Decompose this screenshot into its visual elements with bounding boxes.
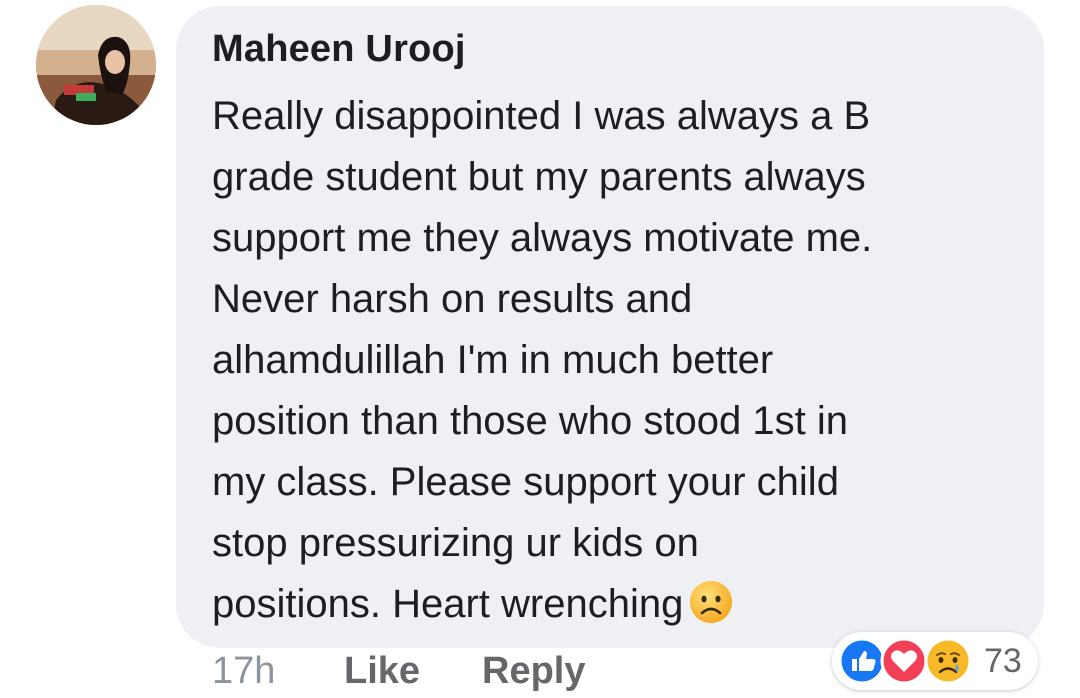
avatar-photo (36, 5, 156, 125)
comment-line: support me they always motivate me. (212, 216, 873, 260)
comment-author-name[interactable]: Maheen Urooj (212, 28, 466, 71)
comment-timestamp[interactable]: 17h (212, 650, 275, 693)
like-button[interactable]: Like (344, 650, 420, 693)
author-avatar[interactable] (36, 5, 156, 125)
comment-line: Really disappointed I was always a B (212, 94, 871, 138)
sad-reaction-icon (924, 637, 972, 685)
reactions-summary[interactable]: 73 (832, 632, 1038, 690)
reaction-count: 73 (984, 642, 1022, 680)
love-reaction-icon (880, 637, 928, 685)
sad-face-emoji-icon (690, 581, 733, 624)
comment-line: stop pressurizing ur kids on (212, 521, 699, 565)
comment-line: positions. Heart wrenching (212, 582, 684, 626)
comment-line: alhamdulillah I'm in much better (212, 338, 774, 382)
comment-line: Never harsh on results and (212, 277, 693, 321)
comment-line: my class. Please support your child (212, 460, 839, 504)
comment-line-last: positions. Heart wrenching (212, 574, 1012, 635)
comment-line: position than those who stood 1st in (212, 399, 848, 443)
like-reaction-icon (838, 637, 886, 685)
comment-text: Really disappointed I was always a B gra… (212, 86, 1012, 635)
comment-line: grade student but my parents always (212, 155, 866, 199)
reply-button[interactable]: Reply (482, 650, 585, 693)
